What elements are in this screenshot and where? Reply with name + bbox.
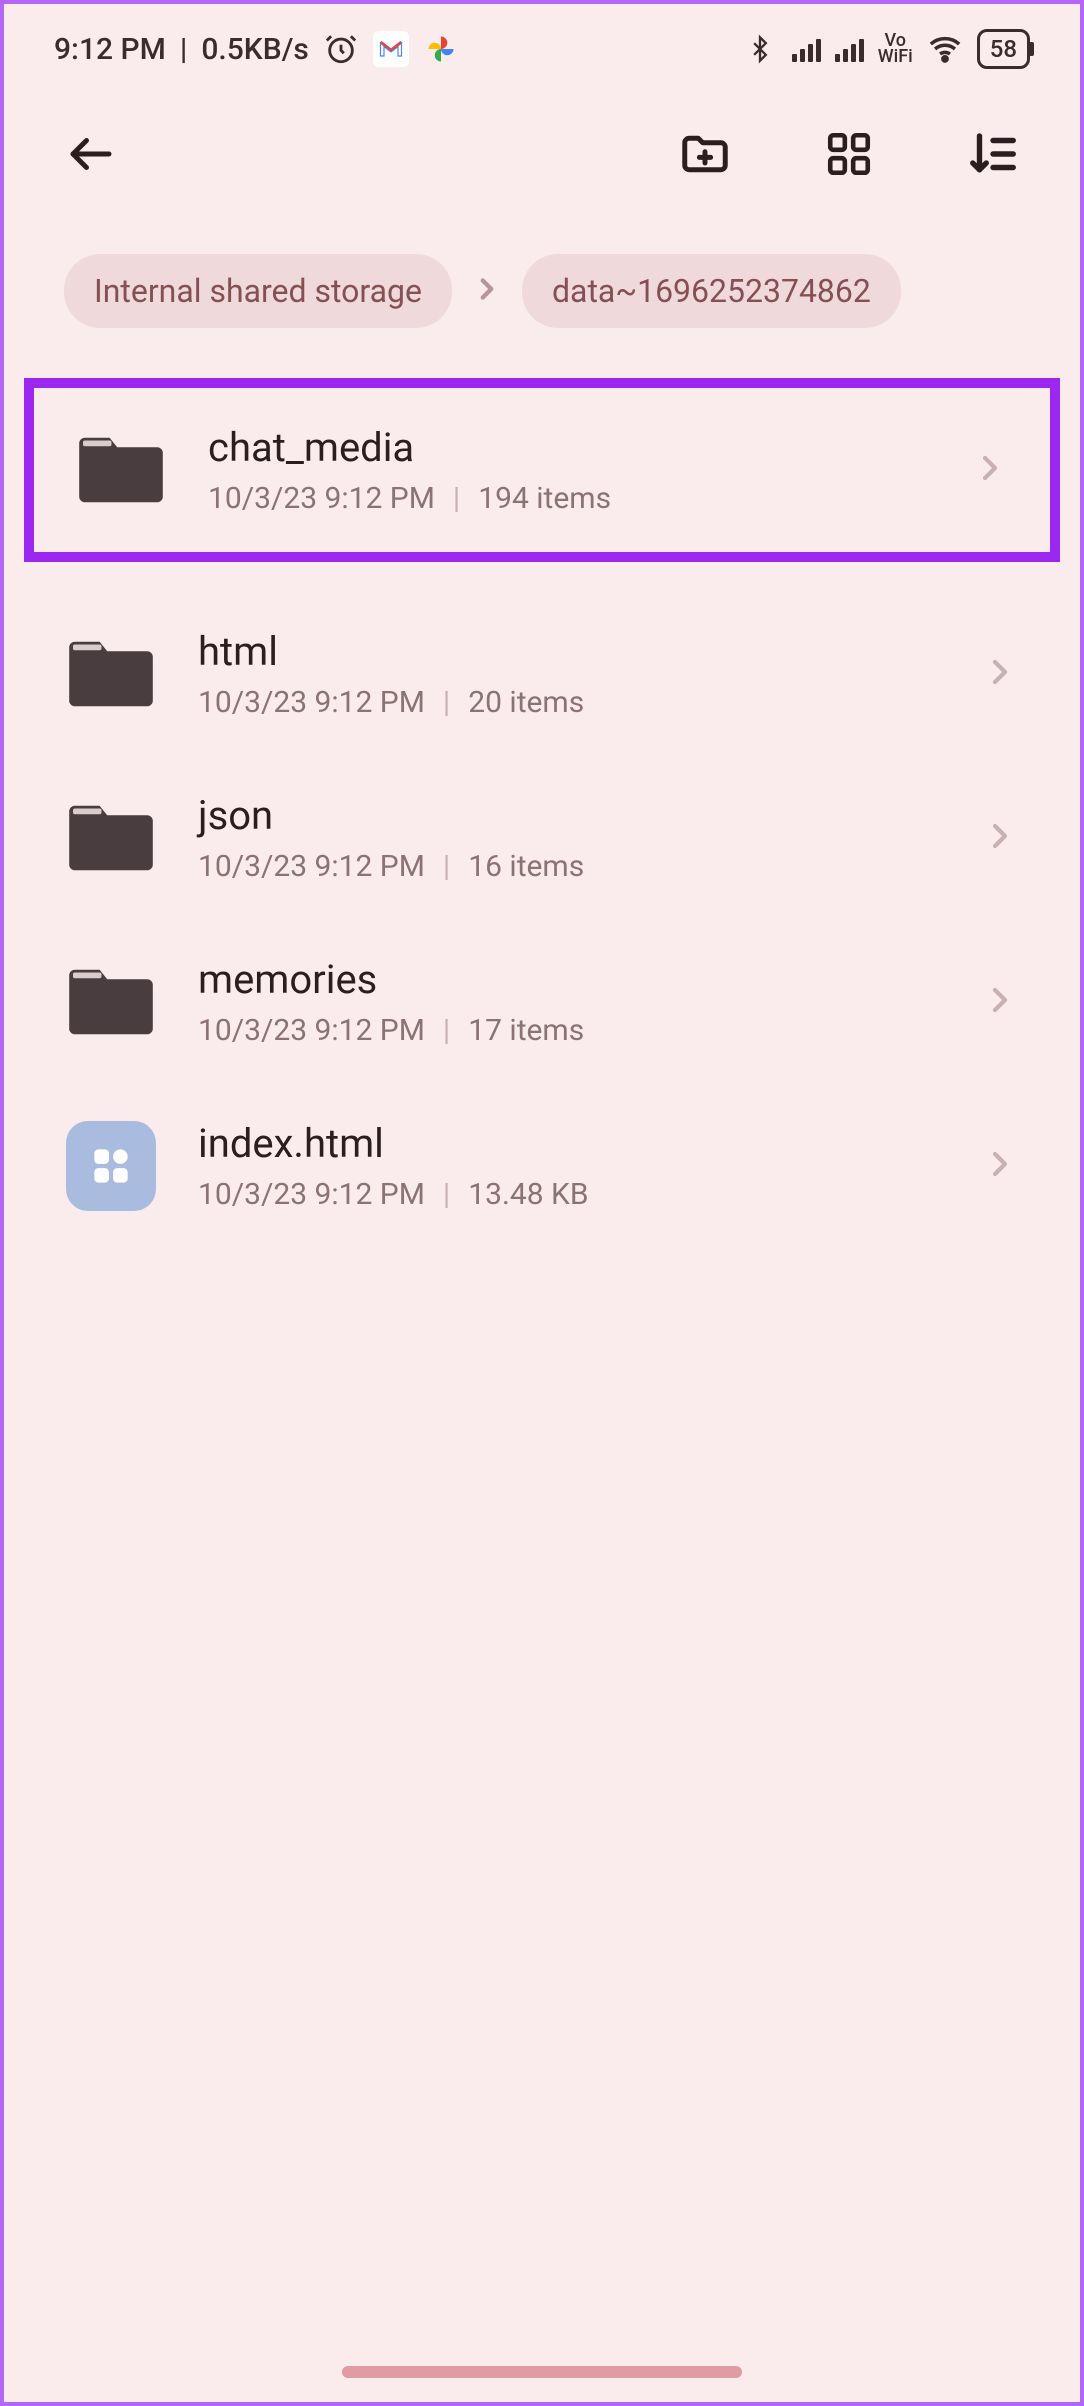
file-date: 10/3/23 9:12 PM [198, 1013, 425, 1048]
chevron-right-icon [980, 1144, 1020, 1188]
battery-indicator: 58 [977, 29, 1030, 69]
meta-separator: | [443, 849, 450, 884]
html-file-icon [64, 1128, 158, 1204]
wifi-icon [927, 31, 963, 67]
sort-button[interactable] [966, 127, 1020, 181]
file-list: chat_media 10/3/23 9:12 PM | 194 items h… [4, 348, 1080, 1248]
device-frame: 9:12 PM | 0.5KB/s VoWiFi [0, 0, 1084, 2406]
file-info: memories 10/3/23 9:12 PM | 17 items [198, 956, 940, 1048]
chevron-right-icon [980, 652, 1020, 696]
file-info: json 10/3/23 9:12 PM | 16 items [198, 792, 940, 884]
file-date: 10/3/23 9:12 PM [198, 1177, 425, 1212]
file-date: 10/3/23 9:12 PM [198, 685, 425, 720]
navigation-handle[interactable] [342, 2366, 742, 2378]
breadcrumb-current[interactable]: data~1696252374862 [522, 254, 901, 328]
file-meta: 10/3/23 9:12 PM | 20 items [198, 685, 940, 720]
breadcrumb-root[interactable]: Internal shared storage [64, 254, 452, 328]
status-time: 9:12 PM [54, 32, 166, 67]
file-count: 194 items [478, 481, 611, 516]
folder-icon [64, 636, 158, 712]
signal-bars-1 [792, 36, 821, 62]
file-info: index.html 10/3/23 9:12 PM | 13.48 KB [198, 1120, 940, 1212]
status-right: VoWiFi 58 [742, 29, 1030, 69]
file-name: json [198, 792, 940, 839]
toolbar [4, 94, 1080, 214]
file-meta: 10/3/23 9:12 PM | 194 items [208, 481, 930, 516]
status-left: 9:12 PM | 0.5KB/s [54, 31, 459, 67]
folder-row-chat-media[interactable]: chat_media 10/3/23 9:12 PM | 194 items [24, 378, 1060, 562]
folder-icon [64, 800, 158, 876]
file-count: 17 items [468, 1013, 584, 1048]
file-info: html 10/3/23 9:12 PM | 20 items [198, 628, 940, 720]
grid-view-button[interactable] [822, 127, 876, 181]
file-info: chat_media 10/3/23 9:12 PM | 194 items [208, 424, 930, 516]
file-name: index.html [198, 1120, 940, 1167]
chevron-right-icon [980, 980, 1020, 1024]
folder-row-html[interactable]: html 10/3/23 9:12 PM | 20 items [4, 592, 1080, 756]
meta-separator: | [443, 685, 450, 720]
status-net-speed: 0.5KB/s [201, 32, 308, 67]
file-row-index-html[interactable]: index.html 10/3/23 9:12 PM | 13.48 KB [4, 1084, 1080, 1248]
status-bar: 9:12 PM | 0.5KB/s VoWiFi [4, 4, 1080, 94]
file-count: 16 items [468, 849, 584, 884]
meta-separator: | [453, 481, 460, 516]
folder-row-memories[interactable]: memories 10/3/23 9:12 PM | 17 items [4, 920, 1080, 1084]
file-count: 20 items [468, 685, 584, 720]
new-folder-button[interactable] [678, 127, 732, 181]
file-meta: 10/3/23 9:12 PM | 16 items [198, 849, 940, 884]
file-meta: 10/3/23 9:12 PM | 17 items [198, 1013, 940, 1048]
alarm-icon [323, 31, 359, 67]
meta-separator: | [443, 1013, 450, 1048]
file-name: chat_media [208, 424, 930, 471]
bluetooth-icon [742, 31, 778, 67]
status-sep: | [180, 32, 187, 67]
file-meta: 10/3/23 9:12 PM | 13.48 KB [198, 1177, 940, 1212]
gmail-icon [373, 31, 409, 67]
vowifi-indicator: VoWiFi [878, 33, 913, 65]
google-photos-icon [423, 31, 459, 67]
signal-bars-2 [835, 36, 864, 62]
chevron-right-icon [970, 448, 1010, 492]
file-date: 10/3/23 9:12 PM [198, 849, 425, 884]
folder-icon [74, 432, 168, 508]
folder-row-json[interactable]: json 10/3/23 9:12 PM | 16 items [4, 756, 1080, 920]
back-button[interactable] [64, 127, 118, 181]
breadcrumb: Internal shared storage data~16962523748… [4, 214, 1080, 348]
folder-icon [64, 964, 158, 1040]
file-size: 13.48 KB [468, 1177, 588, 1212]
chevron-right-icon [980, 816, 1020, 860]
chevron-right-icon [470, 272, 504, 310]
file-name: memories [198, 956, 940, 1003]
file-name: html [198, 628, 940, 675]
meta-separator: | [443, 1177, 450, 1212]
file-date: 10/3/23 9:12 PM [208, 481, 435, 516]
